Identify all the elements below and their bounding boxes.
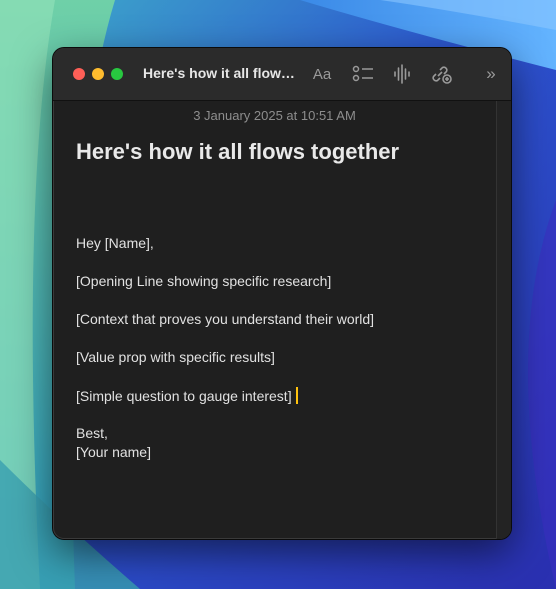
- checklist-icon[interactable]: [351, 62, 375, 86]
- note-line-text[interactable]: [Simple question to gauge interest]: [76, 388, 292, 404]
- note-line[interactable]: Hey [Name],: [76, 235, 154, 251]
- window-title: Here's how it all flows together: [143, 65, 295, 81]
- note-heading[interactable]: Here's how it all flows together: [76, 139, 399, 165]
- vertical-scrollbar[interactable]: [496, 101, 511, 539]
- notes-window: Here's how it all flows together Aa: [53, 48, 511, 539]
- format-icon[interactable]: Aa: [309, 62, 335, 86]
- note-line[interactable]: [Value prop with specific results]: [76, 349, 275, 365]
- note-editor[interactable]: 3 January 2025 at 10:51 AM Here's how it…: [53, 101, 496, 539]
- note-date: 3 January 2025 at 10:51 AM: [193, 108, 356, 123]
- minimize-window-button[interactable]: [92, 68, 104, 80]
- note-line[interactable]: [Opening Line showing specific research]: [76, 273, 331, 289]
- zoom-window-button[interactable]: [111, 68, 123, 80]
- title-bar: Here's how it all flows together Aa: [53, 48, 511, 101]
- note-line[interactable]: Best,: [76, 425, 108, 441]
- note-line-with-cursor[interactable]: [Simple question to gauge interest]: [76, 387, 298, 404]
- toolbar-overflow-icon[interactable]: »: [481, 62, 501, 86]
- note-line[interactable]: [Your name]: [76, 444, 151, 460]
- text-cursor: [295, 387, 298, 404]
- close-window-button[interactable]: [73, 68, 85, 80]
- collaborate-icon[interactable]: [429, 62, 453, 86]
- audio-waveform-icon[interactable]: [391, 62, 413, 86]
- note-line[interactable]: [Context that proves you understand thei…: [76, 311, 374, 327]
